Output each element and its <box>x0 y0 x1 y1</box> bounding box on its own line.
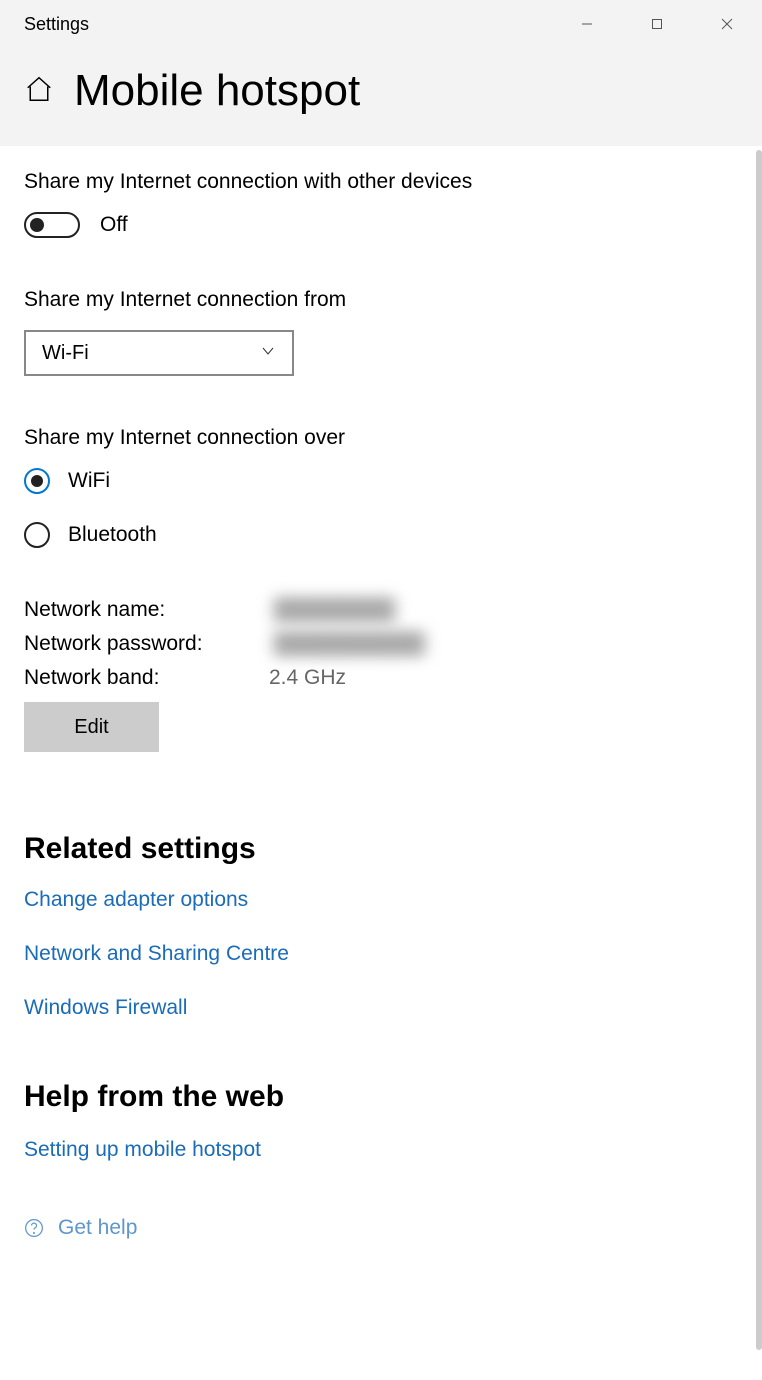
link-network-sharing-centre[interactable]: Network and Sharing Centre <box>24 942 732 966</box>
content-area: Share my Internet connection with other … <box>0 146 756 1380</box>
get-help-label: Get help <box>58 1216 137 1240</box>
network-info: Network name: ████████ Network password:… <box>24 598 732 690</box>
network-password-value: ██████████ <box>269 632 430 656</box>
network-name-value: ████████ <box>269 598 400 622</box>
minimize-icon <box>581 18 593 30</box>
share-from-selected: Wi-Fi <box>42 342 89 365</box>
radio-label: Bluetooth <box>68 523 157 547</box>
network-band-label: Network band: <box>24 666 269 690</box>
radio-button <box>24 468 50 494</box>
network-name-label: Network name: <box>24 598 269 622</box>
network-password-row: Network password: ██████████ <box>24 632 732 656</box>
related-settings-heading: Related settings <box>24 832 732 866</box>
maximize-button[interactable] <box>622 0 692 48</box>
page-header: Mobile hotspot <box>0 48 762 146</box>
maximize-icon <box>651 18 663 30</box>
get-help-row[interactable]: Get help <box>24 1216 732 1240</box>
chevron-down-icon <box>260 342 276 365</box>
radio-option-wifi[interactable]: WiFi <box>24 468 732 494</box>
network-band-row: Network band: 2.4 GHz <box>24 666 732 690</box>
link-windows-firewall[interactable]: Windows Firewall <box>24 996 732 1020</box>
close-icon <box>721 18 733 30</box>
page-title: Mobile hotspot <box>74 66 360 116</box>
close-button[interactable] <box>692 0 762 48</box>
share-from-label: Share my Internet connection from <box>24 288 732 312</box>
share-over-label: Share my Internet connection over <box>24 426 732 450</box>
share-with-devices-label: Share my Internet connection with other … <box>24 170 732 194</box>
help-from-web-heading: Help from the web <box>24 1080 732 1114</box>
share-toggle-state-label: Off <box>100 213 128 237</box>
minimize-button[interactable] <box>552 0 622 48</box>
titlebar: Settings <box>0 0 762 48</box>
share-from-dropdown[interactable]: Wi-Fi <box>24 330 294 376</box>
window-title: Settings <box>24 14 89 35</box>
network-password-label: Network password: <box>24 632 269 656</box>
link-setting-up-mobile-hotspot[interactable]: Setting up mobile hotspot <box>24 1138 732 1162</box>
radio-label: WiFi <box>68 469 110 493</box>
share-over-radio-group: WiFi Bluetooth <box>24 468 732 548</box>
help-icon <box>24 1218 44 1238</box>
radio-option-bluetooth[interactable]: Bluetooth <box>24 522 732 548</box>
window-controls <box>552 0 762 48</box>
home-icon[interactable] <box>24 74 54 109</box>
toggle-thumb <box>30 218 44 232</box>
link-change-adapter-options[interactable]: Change adapter options <box>24 888 732 912</box>
edit-button[interactable]: Edit <box>24 702 159 752</box>
share-toggle[interactable] <box>24 212 80 238</box>
network-name-row: Network name: ████████ <box>24 598 732 622</box>
network-band-value: 2.4 GHz <box>269 666 346 690</box>
radio-button <box>24 522 50 548</box>
vertical-scrollbar[interactable] <box>756 150 762 1350</box>
